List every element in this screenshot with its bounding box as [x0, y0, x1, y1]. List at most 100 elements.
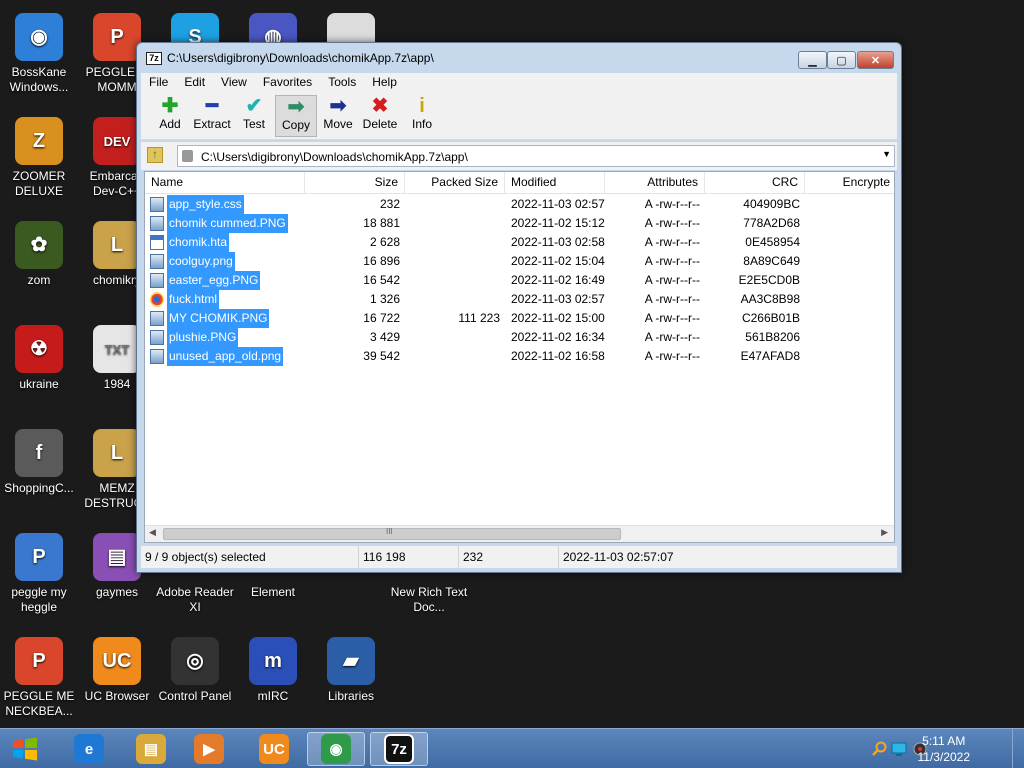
minimize-button[interactable]: ▁ [798, 51, 827, 69]
window-title: C:\Users\digibrony\Downloads\chomikApp.7… [167, 51, 434, 65]
scroll-right-icon[interactable]: ▶ [881, 527, 888, 538]
taskbar-app[interactable]: e [60, 732, 118, 766]
table-row[interactable]: chomik cummed.PNG 18 881 2022-11-02 15:12 A… [145, 214, 894, 233]
table-row[interactable]: MY CHOMIK.PNG 16 722 111 223 2022-11-02 15:… [145, 309, 894, 328]
scrollbar-thumb[interactable]: III [163, 527, 621, 540]
table-row[interactable]: coolguy.png 16 896 2022-11-02 15:04 A -rw-r… [145, 252, 894, 271]
table-row[interactable]: easter_egg.PNG 16 542 2022-11-02 16:49 A -r… [145, 271, 894, 290]
desktop-shortcut[interactable]: ▰ Libraries [312, 637, 390, 704]
search-icon[interactable] [872, 741, 888, 757]
chevron-down-icon[interactable]: ▼ [882, 149, 891, 159]
horizontal-scrollbar[interactable]: ◀ III ▶ [145, 525, 894, 542]
column-crc[interactable]: CRC [705, 172, 805, 194]
cell-size: 16 896 [363, 254, 400, 268]
table-row[interactable]: plushie.PNG 3 429 2022-11-02 16:34 A -rw-r-… [145, 328, 894, 347]
cell-crc: E2E5CD0B [738, 273, 800, 287]
desktop-shortcut[interactable]: ◎ Control Panel [156, 637, 234, 704]
cell-crc: C266B01B [741, 311, 800, 325]
cell-crc: 561B8206 [745, 330, 800, 344]
desktop-shortcut[interactable]: Z ZOOMER DELUXE [0, 117, 78, 199]
cell-attributes: A -rw-r--r-- [644, 273, 700, 287]
column-attributes[interactable]: Attributes [605, 172, 705, 194]
file-icon [150, 330, 164, 345]
move-icon: ➡ [329, 95, 347, 117]
column-encrypted[interactable]: Encrypte [805, 172, 894, 194]
desktop-shortcut-label: Control Panel [158, 689, 232, 703]
desktop-shortcut[interactable]: ✿ zom [0, 221, 78, 288]
toolbar-label: Copy [281, 118, 310, 132]
maximize-button[interactable]: ▢ [827, 51, 856, 69]
toolbar-delete-button[interactable]: ✖ Delete [359, 95, 401, 137]
scroll-left-icon[interactable]: ◀ [149, 527, 156, 538]
toolbar-test-button[interactable]: ✔ Test [233, 95, 275, 137]
table-row[interactable]: app_style.css 232 2022-11-03 02:57 A -rw-r-… [145, 195, 894, 214]
taskbar-app[interactable]: ◉ [307, 732, 365, 766]
cell-attributes: A -rw-r--r-- [644, 292, 700, 306]
uc-browser-icon: UC [93, 637, 141, 685]
toolbar-move-button[interactable]: ➡ Move [317, 95, 359, 137]
title-bar[interactable]: 7z C:\Users\digibrony\Downloads\chomikAp… [137, 43, 901, 73]
monitor-icon[interactable] [891, 741, 907, 757]
toolbar-info-button[interactable]: i Info [401, 95, 443, 137]
menu-help[interactable]: Help [364, 73, 405, 92]
desktop-shortcut[interactable]: ◉ BossKane Windows... [0, 13, 78, 95]
close-button[interactable]: ✕ [857, 51, 894, 69]
clock[interactable]: 5:11 AM 11/3/2022 [918, 733, 971, 765]
column-size[interactable]: Size [305, 172, 405, 194]
desktop-shortcut[interactable]: UC UC Browser [78, 637, 156, 704]
cell-name: app_style.css [167, 195, 244, 214]
table-row[interactable]: fuck.html 1 326 2022-11-03 02:57 A -rw-r--r… [145, 290, 894, 309]
status-bar: 9 / 9 object(s) selected 116 198 232 202… [141, 546, 897, 568]
file-explorer-icon: ▤ [136, 734, 166, 764]
up-folder-icon[interactable]: ↑ [147, 147, 163, 163]
status-total-size: 116 198 [359, 546, 459, 568]
windows-start-icon[interactable] [12, 737, 38, 761]
desktop-shortcut-label: mIRC [257, 689, 289, 703]
taskbar-app[interactable]: ▶ [180, 732, 238, 766]
table-row[interactable]: unused_app_old.png 39 542 2022-11-02 16:58… [145, 347, 894, 366]
column-packed-size[interactable]: Packed Size [405, 172, 505, 194]
toolbar-add-button[interactable]: ✚ Add [149, 95, 191, 137]
menu-view[interactable]: View [213, 73, 255, 92]
desktop-shortcut[interactable]: P PEGGLE ME NECKBEA... [0, 637, 78, 719]
file-icon [150, 311, 164, 326]
cell-modified: 2022-11-02 15:04 [511, 254, 605, 268]
menu-favorites[interactable]: Favorites [255, 73, 320, 92]
cell-name: coolguy.png [167, 252, 235, 271]
menu-tools[interactable]: Tools [320, 73, 364, 92]
folder-icon: ▤ [93, 533, 141, 581]
desktop-shortcut-label: ZOOMER DELUXE [12, 169, 66, 198]
cell-attributes: A -rw-r--r-- [644, 197, 700, 211]
toolbar-extract-button[interactable]: ━ Extract [191, 95, 233, 137]
cell-name: easter_egg.PNG [167, 271, 261, 290]
taskbar-app[interactable]: 7z [370, 732, 428, 766]
cell-name: chomik cummed.PNG [167, 214, 288, 233]
menu-edit[interactable]: Edit [176, 73, 213, 92]
show-desktop-button[interactable] [1012, 729, 1024, 768]
desktop-shortcut[interactable]: f ShoppingC... [0, 429, 78, 496]
cell-size: 39 542 [363, 349, 400, 363]
peggle-icon: P [93, 13, 141, 61]
column-name[interactable]: Name [145, 172, 305, 194]
toolbar-copy-button[interactable]: ➡ Copy [275, 95, 317, 137]
cell-name: chomik.hta [167, 233, 230, 252]
table-row[interactable]: chomik.hta 2 628 2022-11-03 02:58 A -rw-r--… [145, 233, 894, 252]
disc-icon: ◉ [15, 13, 63, 61]
7zip-app-icon: 7z [146, 52, 162, 65]
address-bar: ↑ C:\Users\digibrony\Downloads\chomikApp… [141, 142, 897, 170]
column-modified[interactable]: Modified [505, 172, 605, 194]
taskbar-app[interactable]: UC [245, 732, 303, 766]
desktop-shortcut[interactable]: ☢ ukraine [0, 325, 78, 392]
cell-crc: AA3C8B98 [740, 292, 800, 306]
flash-icon: f [15, 429, 63, 477]
menu-file[interactable]: File [141, 73, 176, 92]
desktop-shortcut[interactable]: Ppeggle my heggle [0, 533, 78, 615]
path-input[interactable]: C:\Users\digibrony\Downloads\chomikApp.7… [177, 145, 895, 167]
desktop-shortcut-label: New Rich Text Doc... [390, 585, 468, 614]
desktop-shortcut[interactable]: m mIRC [234, 637, 312, 704]
cell-size: 232 [379, 197, 400, 211]
desktop-shortcut-label: BossKane Windows... [9, 65, 69, 94]
file-icon [150, 235, 164, 250]
cell-size: 3 429 [369, 330, 400, 344]
taskbar-app[interactable]: ▤ [122, 732, 180, 766]
